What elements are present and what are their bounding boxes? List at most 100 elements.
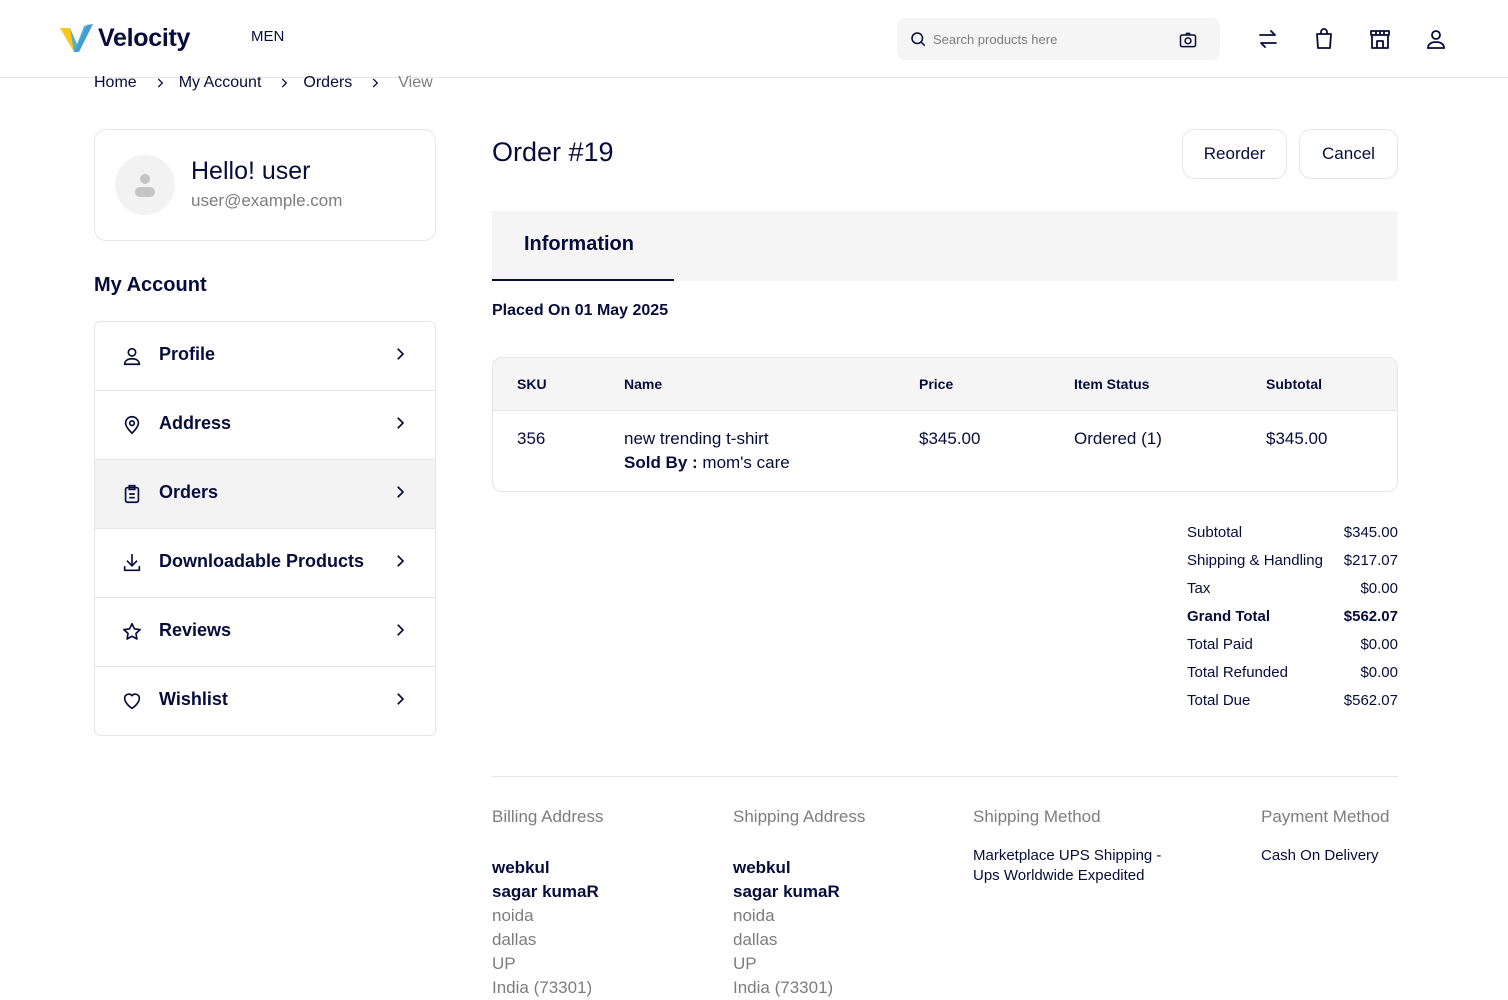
- sidebar-item-address[interactable]: Address: [95, 391, 435, 460]
- shipping-company: webkul: [733, 858, 791, 877]
- velocity-logo-icon: [60, 24, 93, 52]
- cell-name: new trending t-shirt: [624, 429, 769, 448]
- sidebar-item-downloadable-products[interactable]: Downloadable Products: [95, 529, 435, 598]
- shipping-name: sagar kumaR: [733, 882, 840, 901]
- search-bar: [897, 18, 1220, 60]
- section-divider: [492, 776, 1398, 777]
- shipping-address-heading: Shipping Address: [733, 807, 866, 826]
- chevron-right-icon: [277, 76, 291, 90]
- chevron-right-icon: [397, 486, 405, 498]
- compare-icon[interactable]: [1256, 27, 1280, 51]
- nav-item-men[interactable]: MEN: [251, 28, 284, 45]
- brand-name: Velocity: [98, 23, 191, 52]
- billing-address: webkul sagar kumaR noida dallas UP India…: [492, 856, 599, 1000]
- order-totals: Subtotal $345.00 Shipping & Handling $217.…: [1187, 524, 1398, 720]
- shipping-line: UP: [733, 954, 757, 973]
- totals-value: $562.07: [1343, 608, 1398, 625]
- totals-label: Subtotal: [1187, 524, 1243, 541]
- sidebar-title: My Account: [94, 274, 207, 296]
- totals-label: Total Due: [1187, 692, 1251, 709]
- shipping-line: noida: [733, 906, 775, 925]
- shipping-method: Marketplace UPS Shipping - Ups Worldwide…: [973, 846, 1161, 886]
- totals-value: $0.00: [1360, 580, 1398, 597]
- cancel-button[interactable]: Cancel: [1299, 129, 1398, 179]
- user-email: user@example.com: [191, 191, 343, 210]
- download-icon: [123, 553, 141, 572]
- heart-icon: [123, 693, 141, 710]
- column-header-sku: SKU: [517, 376, 547, 392]
- totals-label: Shipping & Handling: [1187, 552, 1323, 569]
- store-icon[interactable]: [1368, 27, 1392, 51]
- sold-by-label: Sold By :: [624, 453, 698, 472]
- totals-row-total-refunded: Total Refunded $0.00: [1187, 664, 1398, 692]
- tab-label: Information: [524, 233, 634, 255]
- payment-method: Cash On Delivery: [1261, 847, 1379, 864]
- sidebar-item-label: Address: [159, 413, 232, 433]
- reorder-button[interactable]: Reorder: [1182, 129, 1287, 179]
- breadcrumb-home[interactable]: Home: [94, 74, 137, 92]
- camera-icon[interactable]: [1178, 30, 1198, 50]
- map-pin-icon: [124, 415, 140, 435]
- totals-label: Total Refunded: [1187, 664, 1288, 681]
- shipping-address: webkul sagar kumaR noida dallas UP India…: [733, 856, 840, 1000]
- totals-value: $0.00: [1360, 636, 1398, 653]
- brand-logo[interactable]: Velocity: [60, 22, 190, 54]
- cell-price: $345.00: [919, 429, 981, 448]
- user-icon: [123, 347, 141, 366]
- tab-information[interactable]: Information: [492, 211, 674, 281]
- cell-item-status: Ordered (1): [1074, 429, 1162, 448]
- shopping-bag-icon[interactable]: [1312, 27, 1336, 51]
- search-icon: [911, 32, 926, 47]
- totals-row-subtotal: Subtotal $345.00: [1187, 524, 1398, 552]
- totals-value: $217.07: [1343, 552, 1398, 569]
- user-card: Hello! user user@example.com: [94, 129, 436, 241]
- clipboard-icon: [124, 484, 140, 504]
- sidebar-item-label: Orders: [159, 482, 219, 502]
- totals-label: Total Paid: [1187, 636, 1253, 653]
- breadcrumb-orders[interactable]: Orders: [303, 74, 352, 92]
- sidebar-item-label: Reviews: [159, 620, 232, 640]
- sidebar-item-orders[interactable]: Orders: [95, 460, 435, 529]
- chevron-right-icon: [368, 76, 382, 90]
- placed-on-date: Placed On 01 May 2025: [492, 302, 669, 319]
- column-header-price: Price: [919, 376, 954, 392]
- column-header-item-status: Item Status: [1074, 376, 1150, 392]
- billing-line: noida: [492, 906, 534, 925]
- sidebar-item-wishlist[interactable]: Wishlist: [95, 667, 435, 735]
- totals-row-shipping: Shipping & Handling $217.07: [1187, 552, 1398, 580]
- chevron-right-icon: [397, 417, 405, 429]
- breadcrumb: Home My Account Orders View: [94, 74, 433, 92]
- payment-method-heading: Payment Method: [1261, 807, 1390, 826]
- billing-name: sagar kumaR: [492, 882, 599, 901]
- totals-row-total-paid: Total Paid $0.00: [1187, 636, 1398, 664]
- shipping-line: India (73301): [733, 978, 834, 997]
- shipping-method-heading: Shipping Method: [973, 807, 1101, 826]
- chevron-right-icon: [153, 76, 167, 90]
- chevron-right-icon: [397, 555, 405, 567]
- account-menu: Profile Address Orders Downloadable Prod…: [94, 321, 436, 736]
- chevron-right-icon: [397, 624, 405, 636]
- shipping-line: dallas: [733, 930, 778, 949]
- star-icon: [123, 622, 141, 640]
- search-input[interactable]: [933, 18, 1163, 60]
- totals-value: $562.07: [1343, 692, 1398, 709]
- sidebar-item-label: Wishlist: [159, 689, 228, 709]
- totals-row-grand-total: Grand Total $562.07: [1187, 608, 1398, 636]
- sidebar-item-profile[interactable]: Profile: [95, 322, 435, 391]
- breadcrumb-my-account[interactable]: My Account: [179, 74, 262, 92]
- billing-company: webkul: [492, 858, 550, 877]
- cell-sku: 356: [517, 429, 546, 448]
- account-icon[interactable]: [1424, 27, 1448, 51]
- sidebar-item-reviews[interactable]: Reviews: [95, 598, 435, 667]
- shipping-method-line: Marketplace UPS Shipping -: [973, 847, 1162, 864]
- totals-label: Grand Total: [1187, 608, 1271, 625]
- shipping-method-line: Ups Worldwide Expedited: [973, 867, 1145, 884]
- sold-by-value: mom's care: [702, 453, 790, 472]
- order-title: Order #19: [492, 137, 614, 167]
- site-header: Velocity MEN: [0, 0, 1508, 78]
- column-header-subtotal: Subtotal: [1266, 376, 1322, 392]
- totals-value: $345.00: [1343, 524, 1398, 541]
- avatar-placeholder-icon: [135, 174, 155, 197]
- column-header-name: Name: [624, 376, 663, 392]
- table-header: SKU Name Price Item Status Subtotal: [493, 358, 1397, 411]
